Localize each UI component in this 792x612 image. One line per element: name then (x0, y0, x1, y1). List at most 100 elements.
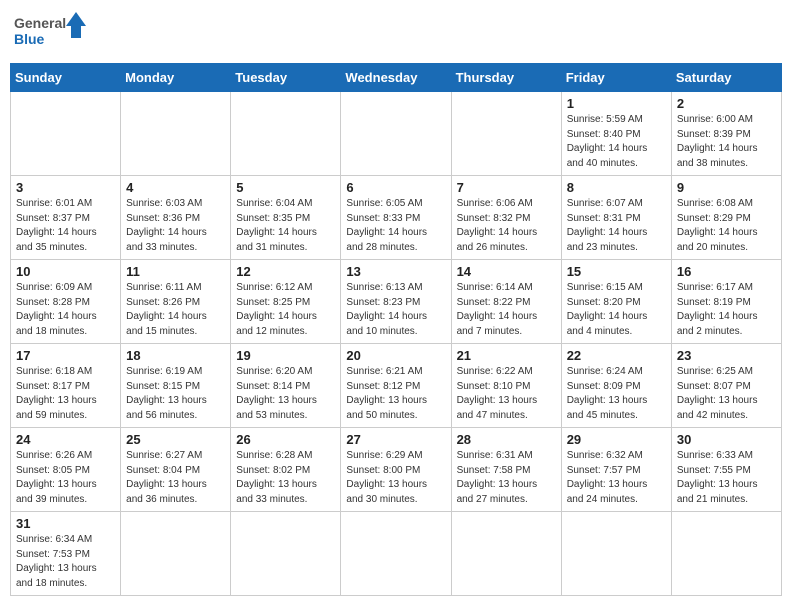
calendar-cell: 28 Sunrise: 6:31 AM Sunset: 7:58 PM Dayli… (451, 428, 561, 512)
day-info: Sunrise: 6:06 AM Sunset: 8:32 PM Dayligh… (457, 197, 556, 255)
day-info: Sunrise: 6:25 AM Sunset: 8:07 PM Dayligh… (677, 365, 776, 423)
day-number: 15 (567, 264, 666, 279)
calendar-week-row: 3Sunrise: 6:01 AM Sunset: 8:37 PM Daylig… (11, 176, 782, 260)
day-number: 24 (16, 432, 115, 447)
calendar-cell: 19Sunrise: 6:20 AM Sunset: 8:14 PM Dayli… (231, 344, 341, 428)
calendar-header-row: SundayMondayTuesdayWednesdayThursdayFrid… (11, 64, 782, 92)
day-of-week-header: Monday (121, 64, 231, 92)
day-info: Sunrise: 6:32 AM Sunset: 7:57 PM Dayligh… (567, 449, 666, 507)
calendar-week-row: 31 Sunrise: 6:34 AM Sunset: 7:53 PM Dayli… (11, 512, 782, 596)
day-info: Sunrise: 6:09 AM Sunset: 8:28 PM Dayligh… (16, 281, 115, 339)
calendar-cell: 30 Sunrise: 6:33 AM Sunset: 7:55 PM Dayli… (671, 428, 781, 512)
day-number: 16 (677, 264, 776, 279)
day-number: 17 (16, 348, 115, 363)
day-info: Sunrise: 6:07 AM Sunset: 8:31 PM Dayligh… (567, 197, 666, 255)
calendar-cell: 13Sunrise: 6:13 AM Sunset: 8:23 PM Dayli… (341, 260, 451, 344)
calendar-cell: 2Sunrise: 6:00 AM Sunset: 8:39 PM Daylig… (671, 92, 781, 176)
day-info: Sunrise: 6:12 AM Sunset: 8:25 PM Dayligh… (236, 281, 335, 339)
calendar-cell: 11Sunrise: 6:11 AM Sunset: 8:26 PM Dayli… (121, 260, 231, 344)
calendar-cell: 7 Sunrise: 6:06 AM Sunset: 8:32 PM Daylig… (451, 176, 561, 260)
day-info: Sunrise: 6:17 AM Sunset: 8:19 PM Dayligh… (677, 281, 776, 339)
day-info: Sunrise: 6:22 AM Sunset: 8:10 PM Dayligh… (457, 365, 556, 423)
calendar-cell: 25 Sunrise: 6:27 AM Sunset: 8:04 PM Dayli… (121, 428, 231, 512)
day-info: Sunrise: 6:21 AM Sunset: 8:12 PM Dayligh… (346, 365, 445, 423)
day-info: Sunrise: 6:26 AM Sunset: 8:05 PM Dayligh… (16, 449, 115, 507)
logo: General Blue (14, 10, 94, 55)
calendar-cell: 18Sunrise: 6:19 AM Sunset: 8:15 PM Dayli… (121, 344, 231, 428)
day-info: Sunrise: 6:34 AM Sunset: 7:53 PM Dayligh… (16, 533, 115, 591)
day-info: Sunrise: 6:04 AM Sunset: 8:35 PM Dayligh… (236, 197, 335, 255)
day-number: 20 (346, 348, 445, 363)
day-number: 25 (126, 432, 225, 447)
calendar-cell (231, 512, 341, 596)
calendar-cell: 27 Sunrise: 6:29 AM Sunset: 8:00 PM Dayli… (341, 428, 451, 512)
day-of-week-header: Wednesday (341, 64, 451, 92)
calendar-cell (341, 512, 451, 596)
calendar-cell (121, 92, 231, 176)
day-number: 14 (457, 264, 556, 279)
day-info: Sunrise: 6:31 AM Sunset: 7:58 PM Dayligh… (457, 449, 556, 507)
day-info: Sunrise: 6:03 AM Sunset: 8:36 PM Dayligh… (126, 197, 225, 255)
day-number: 19 (236, 348, 335, 363)
calendar-cell (231, 92, 341, 176)
day-number: 9 (677, 180, 776, 195)
calendar-cell: 23 Sunrise: 6:25 AM Sunset: 8:07 PM Dayli… (671, 344, 781, 428)
calendar-cell: 16 Sunrise: 6:17 AM Sunset: 8:19 PM Dayli… (671, 260, 781, 344)
calendar-week-row: 24 Sunrise: 6:26 AM Sunset: 8:05 PM Dayli… (11, 428, 782, 512)
day-number: 28 (457, 432, 556, 447)
calendar-cell: 9 Sunrise: 6:08 AM Sunset: 8:29 PM Daylig… (671, 176, 781, 260)
calendar-cell: 21 Sunrise: 6:22 AM Sunset: 8:10 PM Dayli… (451, 344, 561, 428)
day-number: 23 (677, 348, 776, 363)
calendar-cell: 26Sunrise: 6:28 AM Sunset: 8:02 PM Dayli… (231, 428, 341, 512)
day-number: 8 (567, 180, 666, 195)
calendar-cell (121, 512, 231, 596)
day-number: 29 (567, 432, 666, 447)
day-info: Sunrise: 6:29 AM Sunset: 8:00 PM Dayligh… (346, 449, 445, 507)
day-number: 6 (346, 180, 445, 195)
calendar-cell: 3Sunrise: 6:01 AM Sunset: 8:37 PM Daylig… (11, 176, 121, 260)
day-info: Sunrise: 5:59 AM Sunset: 8:40 PM Dayligh… (567, 113, 666, 171)
page-header: General Blue (10, 10, 782, 55)
day-number: 27 (346, 432, 445, 447)
day-info: Sunrise: 6:19 AM Sunset: 8:15 PM Dayligh… (126, 365, 225, 423)
calendar-week-row: 17 Sunrise: 6:18 AM Sunset: 8:17 PM Dayli… (11, 344, 782, 428)
calendar-week-row: 10 Sunrise: 6:09 AM Sunset: 8:28 PM Dayli… (11, 260, 782, 344)
calendar-week-row: 1 Sunrise: 5:59 AM Sunset: 8:40 PM Daylig… (11, 92, 782, 176)
day-info: Sunrise: 6:08 AM Sunset: 8:29 PM Dayligh… (677, 197, 776, 255)
day-info: Sunrise: 6:27 AM Sunset: 8:04 PM Dayligh… (126, 449, 225, 507)
day-of-week-header: Friday (561, 64, 671, 92)
svg-text:General: General (14, 15, 66, 31)
calendar-cell (451, 512, 561, 596)
generalblue-logo: General Blue (14, 10, 94, 55)
day-info: Sunrise: 6:15 AM Sunset: 8:20 PM Dayligh… (567, 281, 666, 339)
day-number: 22 (567, 348, 666, 363)
day-number: 4 (126, 180, 225, 195)
calendar-cell: 17 Sunrise: 6:18 AM Sunset: 8:17 PM Dayli… (11, 344, 121, 428)
calendar-cell: 15 Sunrise: 6:15 AM Sunset: 8:20 PM Dayli… (561, 260, 671, 344)
day-number: 30 (677, 432, 776, 447)
day-info: Sunrise: 6:01 AM Sunset: 8:37 PM Dayligh… (16, 197, 115, 255)
calendar-cell: 4 Sunrise: 6:03 AM Sunset: 8:36 PM Daylig… (121, 176, 231, 260)
calendar-cell (561, 512, 671, 596)
day-number: 31 (16, 516, 115, 531)
day-info: Sunrise: 6:14 AM Sunset: 8:22 PM Dayligh… (457, 281, 556, 339)
day-number: 1 (567, 96, 666, 111)
calendar-cell: 5Sunrise: 6:04 AM Sunset: 8:35 PM Daylig… (231, 176, 341, 260)
calendar-cell: 12Sunrise: 6:12 AM Sunset: 8:25 PM Dayli… (231, 260, 341, 344)
calendar-table: SundayMondayTuesdayWednesdayThursdayFrid… (10, 63, 782, 596)
day-number: 7 (457, 180, 556, 195)
calendar-cell: 29 Sunrise: 6:32 AM Sunset: 7:57 PM Dayli… (561, 428, 671, 512)
day-of-week-header: Thursday (451, 64, 561, 92)
day-info: Sunrise: 6:33 AM Sunset: 7:55 PM Dayligh… (677, 449, 776, 507)
calendar-cell: 8 Sunrise: 6:07 AM Sunset: 8:31 PM Daylig… (561, 176, 671, 260)
day-number: 11 (126, 264, 225, 279)
day-info: Sunrise: 6:24 AM Sunset: 8:09 PM Dayligh… (567, 365, 666, 423)
calendar-cell: 14 Sunrise: 6:14 AM Sunset: 8:22 PM Dayli… (451, 260, 561, 344)
day-number: 10 (16, 264, 115, 279)
calendar-cell: 22 Sunrise: 6:24 AM Sunset: 8:09 PM Dayli… (561, 344, 671, 428)
day-number: 21 (457, 348, 556, 363)
day-info: Sunrise: 6:28 AM Sunset: 8:02 PM Dayligh… (236, 449, 335, 507)
day-of-week-header: Saturday (671, 64, 781, 92)
svg-text:Blue: Blue (14, 31, 45, 47)
day-info: Sunrise: 6:18 AM Sunset: 8:17 PM Dayligh… (16, 365, 115, 423)
